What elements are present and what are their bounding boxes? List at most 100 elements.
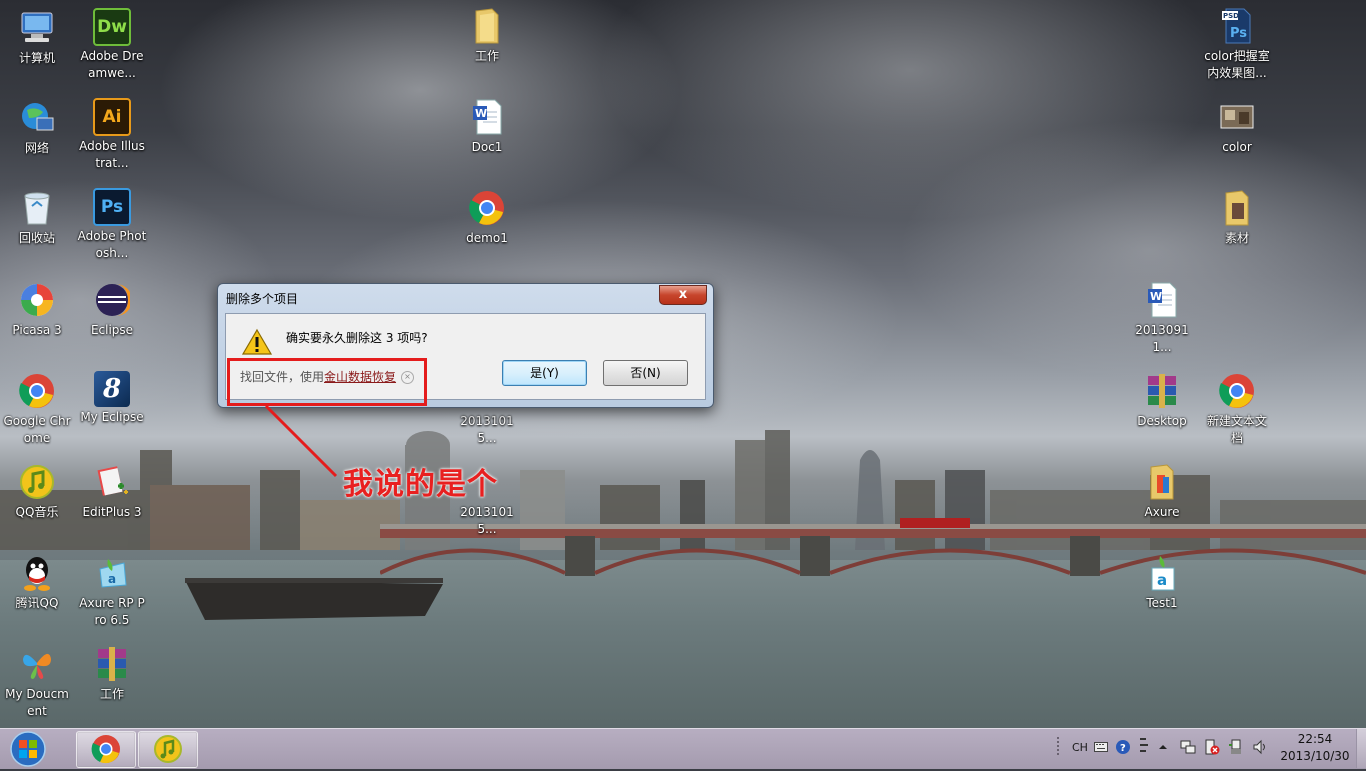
svg-text:?: ? bbox=[1120, 743, 1126, 754]
desktop-icon-dreamweaver[interactable]: Dw Adobe Dreamwe... bbox=[77, 8, 147, 82]
desktop-icon-axure-folder[interactable]: Axure bbox=[1127, 462, 1197, 521]
desktop-icon-photoshop[interactable]: Ps Adobe Photosh... bbox=[77, 188, 147, 262]
icon-label: Google Chrome bbox=[3, 414, 71, 445]
icon-label: 20131015... bbox=[460, 414, 514, 445]
language-indicator[interactable]: CH bbox=[1072, 732, 1088, 762]
desktop-icon-qq[interactable]: 腾讯QQ bbox=[2, 553, 72, 612]
desktop-icon-test1[interactable]: a Test1 bbox=[1127, 553, 1197, 612]
boat bbox=[185, 578, 443, 620]
svg-text:W: W bbox=[475, 107, 487, 120]
yes-button[interactable]: 是(Y) bbox=[502, 360, 587, 386]
icon-label: 计算机 bbox=[18, 51, 55, 65]
icon-label: 20130911... bbox=[1135, 323, 1189, 354]
taskbar-clock[interactable]: 22:54 2013/10/30 bbox=[1278, 731, 1352, 765]
usb-device-icon[interactable] bbox=[1228, 732, 1244, 762]
eclipse-icon bbox=[92, 280, 132, 320]
qq-icon bbox=[17, 553, 57, 593]
desktop-icon-my-doucment[interactable]: My Doucment bbox=[2, 644, 72, 720]
show-desktop-button[interactable] bbox=[1356, 729, 1366, 768]
svg-text:a: a bbox=[108, 572, 116, 586]
taskbar-qqmusic-button[interactable] bbox=[138, 731, 198, 768]
desktop-icon-color-psd[interactable]: PSD Ps color把握室内效果图... bbox=[1202, 6, 1272, 82]
desktop-icon-gongzuo-archive[interactable]: 工作 bbox=[77, 644, 147, 703]
volume-icon[interactable] bbox=[1252, 732, 1268, 762]
desktop-icon-recycle-bin[interactable]: 回收站 bbox=[2, 188, 72, 247]
no-button[interactable]: 否(N) bbox=[603, 360, 688, 386]
icon-label: 工作 bbox=[474, 49, 499, 63]
desktop-icon-picasa[interactable]: Picasa 3 bbox=[2, 280, 72, 339]
desktop-icon-20130911[interactable]: W 20130911... bbox=[1127, 280, 1197, 356]
desktop-icon-illustrator[interactable]: Ai Adobe Illustrat... bbox=[77, 98, 147, 172]
taskbar-chrome-button[interactable] bbox=[76, 731, 136, 768]
folder-icon bbox=[1217, 188, 1257, 228]
desktop-icon-computer[interactable]: 计算机 bbox=[2, 8, 72, 67]
desktop-icon-desktop-archive[interactable]: Desktop bbox=[1127, 371, 1197, 430]
desktop-icon-gongzuo-folder[interactable]: 工作 bbox=[452, 6, 522, 65]
desktop-icon-demo1[interactable]: demo1 bbox=[452, 188, 522, 247]
winrar-icon bbox=[92, 644, 132, 684]
msn-butterfly-icon bbox=[17, 644, 57, 684]
desktop-icon-sucai[interactable]: 素材 bbox=[1202, 188, 1272, 247]
computer-icon bbox=[17, 8, 57, 48]
icon-label: 素材 bbox=[1224, 231, 1249, 245]
image-icon bbox=[1217, 97, 1257, 137]
desktop-icon-new-text-doc[interactable]: 新建文本文档 bbox=[1202, 371, 1272, 447]
myeclipse-icon: 8 bbox=[94, 371, 130, 407]
icon-label: Axure bbox=[1144, 505, 1180, 519]
network-tray-icon[interactable] bbox=[1180, 732, 1196, 762]
icon-label: Adobe Dreamwe... bbox=[80, 49, 144, 80]
close-button[interactable]: x bbox=[659, 285, 707, 305]
icon-label: 回收站 bbox=[18, 231, 55, 245]
icon-label: Axure RP Pro 6.5 bbox=[79, 596, 145, 627]
chrome-icon bbox=[91, 735, 120, 764]
windows-logo-icon bbox=[10, 731, 46, 767]
tray-grip bbox=[1056, 732, 1062, 762]
warning-icon bbox=[242, 328, 272, 355]
icon-label: 网络 bbox=[24, 141, 49, 155]
icon-label: My Eclipse bbox=[80, 410, 144, 424]
icon-label: My Doucment bbox=[5, 687, 69, 718]
annotation-highlight-box bbox=[227, 358, 427, 406]
svg-text:Ps: Ps bbox=[1230, 26, 1247, 41]
clock-date: 2013/10/30 bbox=[1280, 749, 1350, 763]
desktop-icon-doc1[interactable]: W Doc1 bbox=[452, 97, 522, 156]
svg-text:PSD: PSD bbox=[1223, 12, 1239, 20]
show-hidden-icons[interactable] bbox=[1158, 732, 1168, 762]
desktop-icon-editplus[interactable]: EditPlus 3 bbox=[77, 462, 147, 521]
action-center-icon[interactable] bbox=[1204, 732, 1220, 762]
icon-label: EditPlus 3 bbox=[82, 505, 142, 519]
icon-label: 20131015... bbox=[460, 505, 514, 536]
chrome-icon bbox=[1217, 371, 1257, 411]
icon-label: 腾讯QQ bbox=[15, 596, 59, 610]
icon-label: Adobe Photosh... bbox=[77, 229, 147, 260]
chrome-icon bbox=[17, 371, 57, 411]
icon-label: 新建文本文档 bbox=[1206, 414, 1267, 445]
editplus-icon bbox=[92, 462, 132, 502]
dialog-title: 删除多个项目 bbox=[226, 292, 299, 306]
svg-text:a: a bbox=[1157, 571, 1167, 589]
icon-label: QQ音乐 bbox=[15, 505, 59, 519]
icon-label: demo1 bbox=[466, 231, 508, 245]
icon-label: color bbox=[1222, 140, 1252, 154]
input-method-icon[interactable] bbox=[1138, 732, 1150, 762]
desktop-icon-color[interactable]: color bbox=[1202, 97, 1272, 156]
icon-label: Picasa 3 bbox=[12, 323, 62, 337]
qqmusic-icon bbox=[17, 462, 57, 502]
desktop-icon-network[interactable]: 网络 bbox=[2, 98, 72, 157]
desktop-icon-axure-rp[interactable]: a Axure RP Pro 6.5 bbox=[77, 553, 147, 629]
desktop-icon-google-chrome[interactable]: Google Chrome bbox=[2, 371, 72, 447]
desktop-icon-my-eclipse[interactable]: 8 My Eclipse bbox=[77, 371, 147, 426]
annotation-text: 我说的是个 bbox=[343, 467, 498, 502]
icon-label: Eclipse bbox=[90, 323, 134, 337]
desktop-icon-eclipse[interactable]: Eclipse bbox=[77, 280, 147, 339]
start-button[interactable] bbox=[2, 730, 54, 768]
folder-icon bbox=[467, 6, 507, 46]
dreamweaver-icon: Dw bbox=[93, 8, 131, 46]
keyboard-icon[interactable] bbox=[1094, 732, 1108, 762]
picasa-icon bbox=[17, 280, 57, 320]
icon-label: 工作 bbox=[99, 687, 124, 701]
help-icon[interactable]: ? bbox=[1115, 732, 1131, 762]
close-icon: x bbox=[678, 287, 688, 302]
folder-icon bbox=[1142, 462, 1182, 502]
desktop-icon-qqmusic[interactable]: QQ音乐 bbox=[2, 462, 72, 521]
